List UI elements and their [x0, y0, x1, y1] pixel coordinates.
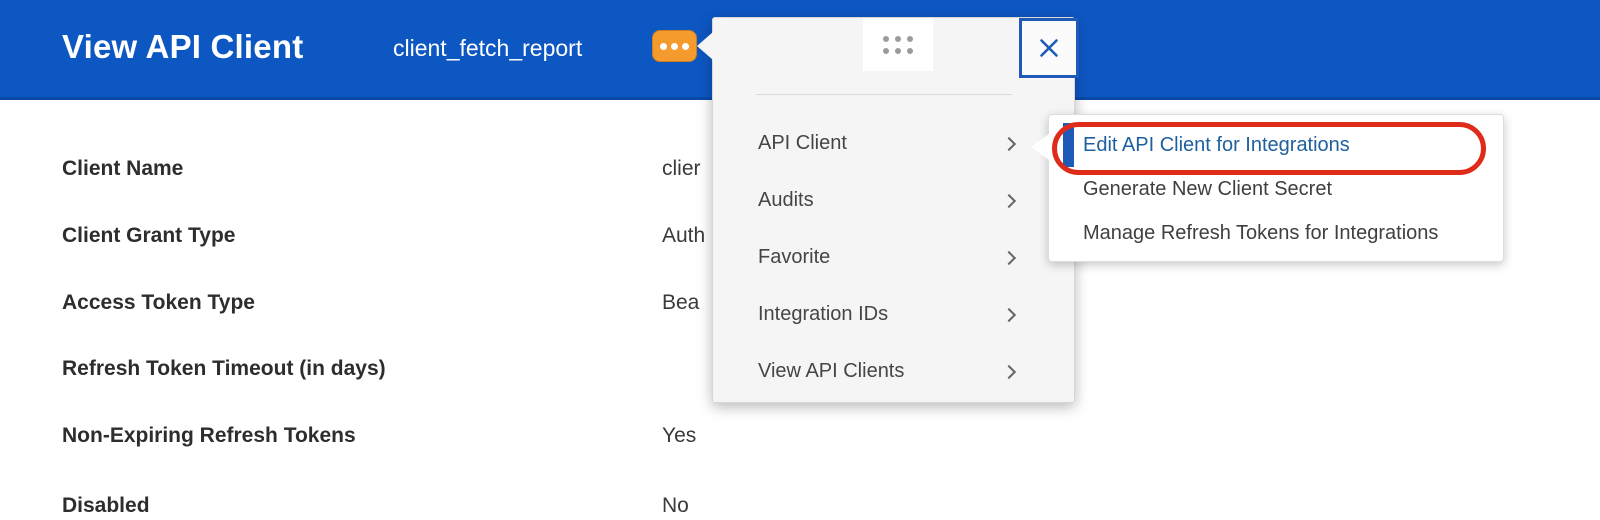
- field-value: No: [662, 494, 689, 517]
- drag-handle-icon: [883, 35, 913, 54]
- submenu-item-manage-refresh-tokens[interactable]: Manage Refresh Tokens for Integrations: [1049, 211, 1503, 255]
- field-value: Bea: [662, 291, 700, 314]
- view-api-client-page: View API Client client_fetch_report Clie…: [0, 0, 1600, 520]
- field-row: Disabled No: [0, 494, 1600, 520]
- menu-item-view-api-clients[interactable]: View API Clients: [713, 343, 1074, 400]
- submenu-item-generate-client-secret[interactable]: Generate New Client Secret: [1049, 167, 1503, 211]
- drag-handle[interactable]: [863, 18, 933, 71]
- field-label: Client Name: [62, 157, 184, 180]
- field-label: Refresh Token Timeout (in days): [62, 357, 386, 380]
- field-value: Auth: [662, 224, 706, 247]
- popup-pointer: [697, 32, 713, 60]
- ellipsis-icon: [660, 42, 667, 50]
- menu-item-audits[interactable]: Audits: [713, 172, 1074, 229]
- client-name-subtitle: client_fetch_report: [393, 35, 583, 61]
- close-button[interactable]: [1019, 18, 1079, 78]
- ellipsis-icon: [671, 42, 678, 50]
- menu-item-integration-ids[interactable]: Integration IDs: [713, 286, 1074, 343]
- chevron-right-icon: [1001, 136, 1017, 151]
- api-client-submenu: Edit API Client for Integrations Generat…: [1031, 114, 1504, 262]
- ellipsis-icon: [682, 42, 689, 50]
- field-label: Disabled: [62, 494, 150, 517]
- related-actions-button[interactable]: [652, 30, 697, 62]
- menu-item-api-client[interactable]: API Client: [713, 115, 1074, 172]
- menu-item-favorite[interactable]: Favorite: [713, 229, 1074, 286]
- field-value: clier: [662, 157, 701, 180]
- field-row: Non-Expiring Refresh Tokens Yes: [0, 424, 1600, 454]
- chevron-right-icon: [1001, 193, 1017, 208]
- submenu-item-edit-api-client[interactable]: Edit API Client for Integrations: [1049, 123, 1503, 167]
- page-title: View API Client: [62, 28, 304, 65]
- chevron-right-icon: [1001, 307, 1017, 322]
- related-actions-menu: API Client Audits Favorite Integration I…: [697, 17, 1079, 403]
- field-label: Client Grant Type: [62, 224, 236, 247]
- menu-list: API Client Audits Favorite Integration I…: [713, 115, 1074, 400]
- field-label: Access Token Type: [62, 291, 255, 314]
- chevron-right-icon: [1001, 250, 1017, 265]
- submenu-pointer: [1031, 134, 1049, 160]
- selection-bar: [1063, 123, 1074, 167]
- field-value: Yes: [662, 424, 697, 447]
- field-label: Non-Expiring Refresh Tokens: [62, 424, 356, 447]
- close-icon: [1040, 39, 1058, 57]
- chevron-right-icon: [1001, 364, 1017, 379]
- menu-divider: [756, 94, 1012, 95]
